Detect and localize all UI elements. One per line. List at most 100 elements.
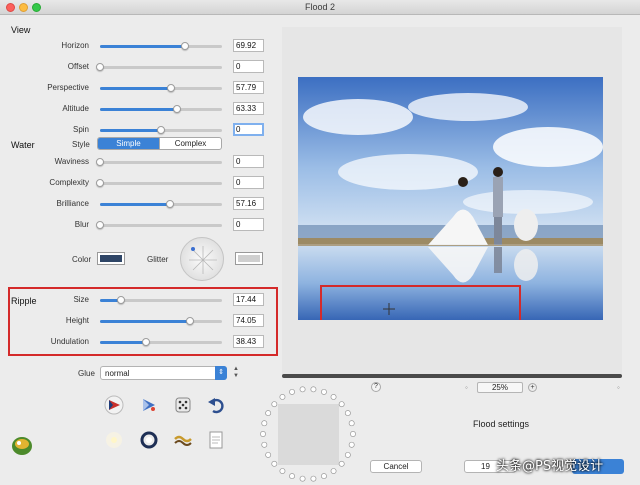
water-label-blur: Blur xyxy=(74,220,89,229)
ripple-slider-size[interactable] xyxy=(100,296,222,304)
slider-fill xyxy=(100,341,147,344)
window-title: Flood 2 xyxy=(304,2,336,12)
glitter-label: Glitter xyxy=(147,255,169,264)
progress-ring-icon xyxy=(260,386,356,482)
water-value-field-waviness[interactable]: 0 xyxy=(233,155,264,168)
water-slider-blur[interactable] xyxy=(96,221,222,229)
view-value-field-offset[interactable]: 0 xyxy=(233,60,264,73)
glue-stepper[interactable]: ▲ ▼ xyxy=(232,366,240,380)
water-slider-complexity[interactable] xyxy=(96,179,222,187)
view-slider-spin[interactable] xyxy=(100,126,222,134)
water-label-brilliance: Brilliance xyxy=(56,199,89,208)
view-value-field-spin[interactable]: 0 xyxy=(233,123,264,136)
ripple-value-field-undulation[interactable]: 38.43 xyxy=(233,335,264,348)
view-value-field-perspective[interactable]: 57.79 xyxy=(233,81,264,94)
slider-knob[interactable] xyxy=(166,84,175,92)
view-value-field-altitude[interactable]: 63.33 xyxy=(233,102,264,115)
glitter-star-icon xyxy=(189,246,217,274)
flood-settings-label: Flood settings xyxy=(473,419,530,429)
style-complex-button[interactable]: Complex xyxy=(159,138,221,149)
view-row-horizon: Horizon 69.92 xyxy=(0,38,282,54)
ripple-value-field-size[interactable]: 17.44 xyxy=(233,293,264,306)
style-simple-button[interactable]: Simple xyxy=(98,138,159,149)
slider-fill xyxy=(100,108,177,111)
view-slider-offset[interactable] xyxy=(96,63,222,71)
water-row-blur: Blur 0 xyxy=(0,217,282,233)
zoom-level-field[interactable]: 25% xyxy=(477,382,523,393)
view-label-horizon: Horizon xyxy=(61,41,89,50)
ripple-row-height: Height 74.05 xyxy=(0,313,282,329)
view-label-offset: Offset xyxy=(67,62,89,71)
ripple-slider-undulation[interactable] xyxy=(100,338,222,346)
slider-knob[interactable] xyxy=(181,42,190,50)
watermark: 头条@PS视觉设计 xyxy=(496,459,604,474)
ripple-value-field-height[interactable]: 74.05 xyxy=(233,314,264,327)
glue-select[interactable]: normal ⇕ xyxy=(100,366,227,380)
view-slider-perspective[interactable] xyxy=(100,84,222,92)
water-value-field-brilliance[interactable]: 57.16 xyxy=(233,197,264,210)
red-arrow-icon[interactable] xyxy=(103,394,125,416)
settings-panel: View Horizon 69.92 Offset 0 Perspective 57.79… xyxy=(0,15,282,485)
slider-knob[interactable] xyxy=(165,200,174,208)
view-slider-altitude[interactable] xyxy=(100,105,222,113)
glitter-dial[interactable] xyxy=(180,237,224,281)
water-row-complexity: Complexity 0 xyxy=(0,175,282,191)
undo-arrow-icon[interactable] xyxy=(205,394,227,416)
ring-icon[interactable] xyxy=(138,429,160,451)
slider-fill xyxy=(100,320,191,323)
slider-knob[interactable] xyxy=(96,179,104,187)
slider-fill xyxy=(100,45,186,48)
water-color-well[interactable] xyxy=(97,252,125,265)
preview-scrollbar[interactable] xyxy=(282,374,622,378)
document-icon[interactable] xyxy=(205,429,227,451)
water-color-swatch xyxy=(100,255,122,262)
view-label-altitude: Altitude xyxy=(62,104,89,113)
slider-knob[interactable] xyxy=(186,317,195,325)
slider-fill xyxy=(100,129,161,132)
zoom-fit-icon[interactable]: ◦ xyxy=(617,383,620,392)
water-value-field-complexity[interactable]: 0 xyxy=(233,176,264,189)
cancel-button[interactable]: Cancel xyxy=(370,460,422,473)
water-row-brilliance: Brilliance 57.16 xyxy=(0,196,282,212)
ripple-label-height: Height xyxy=(65,316,89,325)
preview-canvas[interactable] xyxy=(282,27,622,375)
slider-knob[interactable] xyxy=(142,338,151,346)
zoom-out-icon[interactable]: ◦ xyxy=(465,383,468,392)
ripple-selection-rect[interactable] xyxy=(320,285,521,320)
slider-knob[interactable] xyxy=(116,296,125,304)
view-value-field-horizon[interactable]: 69.92 xyxy=(233,39,264,52)
crosshair-icon xyxy=(383,303,395,315)
slider-knob[interactable] xyxy=(96,221,104,229)
water-value-field-blur[interactable]: 0 xyxy=(233,218,264,231)
water-label-complexity: Complexity xyxy=(49,178,89,187)
slider-knob[interactable] xyxy=(96,158,104,166)
slider-knob[interactable] xyxy=(157,126,165,134)
water-slider-waviness[interactable] xyxy=(96,158,222,166)
glue-select-value: normal xyxy=(105,369,130,378)
wave-icon[interactable] xyxy=(172,429,194,451)
water-label-waviness: Waviness xyxy=(54,157,89,166)
dice-icon[interactable] xyxy=(172,394,194,416)
view-label-perspective: Perspective xyxy=(47,83,89,92)
ripple-slider-height[interactable] xyxy=(100,317,222,325)
view-slider-horizon[interactable] xyxy=(100,42,222,50)
style-label: Style xyxy=(72,140,90,149)
sparkle-icon[interactable] xyxy=(103,429,125,451)
view-row-altitude: Altitude 63.33 xyxy=(0,101,282,117)
glitter-angle-handle[interactable] xyxy=(191,247,195,251)
glitter-color-well[interactable] xyxy=(235,252,263,265)
glitter-color-swatch xyxy=(238,255,260,262)
view-row-offset: Offset 0 xyxy=(0,59,282,75)
ripple-label-size: Size xyxy=(73,295,89,304)
slider-knob[interactable] xyxy=(172,105,181,113)
view-label-spin: Spin xyxy=(72,125,89,134)
water-slider-brilliance[interactable] xyxy=(100,200,222,208)
zoom-in-button[interactable]: + xyxy=(528,383,537,392)
title-bar: Flood 2 xyxy=(0,0,640,15)
section-view-title: View xyxy=(11,25,31,35)
slider-knob[interactable] xyxy=(96,63,104,71)
preview-panel: ? ◦ 25% + ◦ Flood settings Cancel 19 xyxy=(260,15,640,485)
blue-arrow-icon[interactable] xyxy=(138,394,160,416)
help-button[interactable]: ? xyxy=(371,382,381,392)
app-logo-icon xyxy=(10,433,34,457)
